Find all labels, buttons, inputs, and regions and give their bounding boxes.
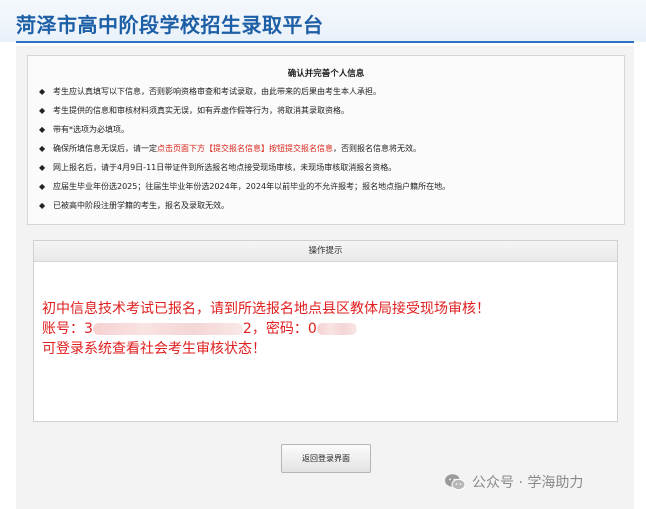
tip-line-status: 可登录系统查看社会考生审核状态！ [42,341,266,357]
notice-item-text: 考生应认真填写以下信息，否则影响资格审查和考试录取，由此带来的后果由考生本人承担… [53,87,381,96]
back-to-login-button[interactable]: 返回登录界面 [281,444,371,473]
password-redacted [316,323,357,335]
account-end: 2 [242,321,252,337]
watermark: 公众号 · 学海助力 [444,470,583,494]
bullet-icon: ◆ [39,201,46,210]
password-start: 0 [307,321,317,337]
notice-item: ◆ 网上报名后，请于4月9日-11日带证件到所选报名地点接受现场审核，未现场审核取… [28,158,624,177]
site-title: 菏泽市高中阶段学校招生录取平台 [16,13,324,37]
operation-tip-panel: 操作提示 初中信息技术考试已报名，请到所选报名地点县区教体局接受现场审核！ 账号… [33,240,618,422]
notice-item-highlight: 点击页面下方【提交报名信息】按钮提交报名信息 [157,144,333,153]
notice-item: ◆ 考生应认真填写以下信息，否则影响资格审查和考试录取，由此带来的后果由考生本人承… [28,82,624,101]
notice-title: 确认并完善个人信息 [287,69,365,79]
tip-heading: 操作提示 [34,241,617,262]
notice-item: ◆ 带有*选项为必填项。 [28,120,624,139]
notice-item-text: 应届生毕业年份选2025；往届生毕业年份选2024年，2024年以前毕业的不允许… [53,182,451,191]
notice-item-text: 带有*选项为必填项。 [53,125,129,134]
bullet-icon: ◆ [39,163,46,172]
account-label: 账号： [42,321,84,337]
wechat-icon [445,474,466,491]
bullet-icon: ◆ [39,87,46,96]
notice-list: ◆ 考生应认真填写以下信息，否则影响资格审查和考试录取，由此带来的后果由考生本人承… [28,82,624,215]
notice-item: ◆ 确保所填信息无误后，请一定点击页面下方【提交报名信息】按钮提交报名信息，否则报… [28,139,624,158]
notice-item-text: 考生提供的信息和审核材料须真实无误，如有弄虚作假等行为，将取消其录取资格。 [53,106,349,115]
tip-message: 初中信息技术考试已报名，请到所选报名地点县区教体局接受现场审核！ 账号：3 2，密… [42,299,602,359]
bullet-icon: ◆ [39,182,46,191]
account-start: 3 [84,321,93,337]
notice-panel: 确认并完善个人信息 ◆ 考生应认真填写以下信息，否则影响资格审查和考试录取，由此带… [27,55,625,225]
notice-item: ◆ 应届生毕业年份选2025；往届生毕业年份选2024年，2024年以前毕业的不允… [28,177,624,196]
bullet-icon: ◆ [39,125,46,134]
notice-item-text: ，否则报名信息将无效。 [333,144,421,153]
tip-line-credentials: 账号：3 2，密码：0 [42,319,602,339]
watermark-text: 公众号 · 学海助力 [472,475,584,491]
notice-item-text: 确保所填信息无误后，请一定 [53,144,157,153]
header-divider [16,41,634,43]
password-label: ，密码： [251,321,308,337]
notice-item: ◆ 考生提供的信息和审核材料须真实无误，如有弄虚作假等行为，将取消其录取资格。 [28,101,624,120]
site-header: 菏泽市高中阶段学校招生录取平台 [0,0,646,42]
account-redacted [92,323,243,335]
bullet-icon: ◆ [39,106,46,115]
tip-line-registered: 初中信息技术考试已报名，请到所选报名地点县区教体局接受现场审核！ [42,301,490,317]
bullet-icon: ◆ [39,144,46,153]
notice-item: ◆ 已被高中阶段注册学籍的考生，报名及录取无效。 [28,196,624,215]
notice-item-text: 已被高中阶段注册学籍的考生，报名及录取无效。 [53,201,229,210]
notice-item-text: 网上报名后，请于4月9日-11日带证件到所选报名地点接受现场审核，未现场审核取消… [53,163,397,172]
